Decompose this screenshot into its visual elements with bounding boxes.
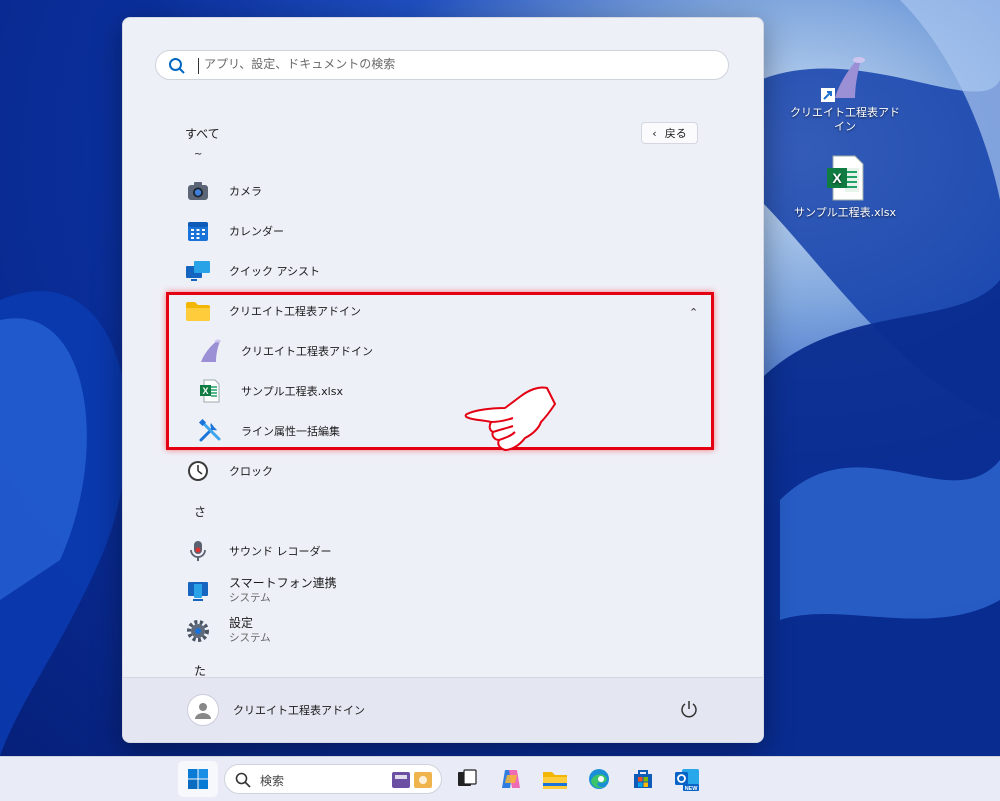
app-item-calendar[interactable]: カレンダー xyxy=(185,215,284,247)
app-label: クロック xyxy=(229,465,273,478)
desktop-icon-sample-xlsx[interactable]: X サンプル工程表.xlsx xyxy=(790,154,900,220)
windows-logo-icon xyxy=(188,769,208,789)
user-name: クリエイト工程表アドイン xyxy=(233,704,365,717)
power-icon[interactable] xyxy=(680,700,698,718)
app-item-settings[interactable]: 設定 システム xyxy=(185,615,271,647)
svg-text:X: X xyxy=(832,170,842,186)
clock-icon xyxy=(185,458,211,484)
chevron-left-icon: ‹ xyxy=(652,126,657,140)
gear-icon xyxy=(185,618,211,644)
all-apps-title: すべて xyxy=(185,127,220,141)
folder-icon xyxy=(543,772,567,789)
app-label: サウンド レコーダー xyxy=(229,545,332,558)
app-label: 設定 xyxy=(229,616,254,630)
back-button[interactable]: ‹ 戻る xyxy=(641,122,698,144)
search-icon xyxy=(235,772,251,788)
outlook-button[interactable]: NEW xyxy=(672,764,702,794)
highlight-box xyxy=(166,292,714,450)
camera-icon xyxy=(185,178,211,204)
app-item-clock[interactable]: クロック xyxy=(185,455,273,487)
start-footer: クリエイト工程表アドイン xyxy=(123,677,763,742)
task-view-icon xyxy=(458,769,477,786)
desktop-icon-addin[interactable]: クリエイト工程表アドイン xyxy=(790,54,900,134)
taskbar-search[interactable]: 検索 xyxy=(224,764,442,794)
app-item-sound-recorder[interactable]: サウンド レコーダー xyxy=(185,535,332,567)
store-button[interactable] xyxy=(628,764,658,794)
user-icon xyxy=(195,703,211,719)
desktop-icon-label: サンプル工程表.xlsx xyxy=(794,206,896,219)
edge-icon xyxy=(589,769,609,789)
app-label: カレンダー xyxy=(229,225,284,238)
search-icon xyxy=(169,58,185,74)
taskbar: 検索 NEW xyxy=(0,756,1000,801)
edge-button[interactable] xyxy=(584,764,614,794)
app-item-quick-assist[interactable]: クイック アシスト xyxy=(185,255,320,287)
back-button-label: 戻る xyxy=(664,127,687,140)
start-button[interactable] xyxy=(178,761,218,797)
pointing-hand-icon xyxy=(464,386,556,451)
search-highlight-icon xyxy=(392,772,432,788)
app-item-phone-link[interactable]: スマートフォン連携 システム xyxy=(185,575,337,607)
avatar xyxy=(187,694,219,726)
app-label: スマートフォン連携 xyxy=(229,576,337,590)
start-search-box[interactable] xyxy=(155,50,729,80)
start-menu: すべて ‹ 戻る ~ カメラ xyxy=(122,17,764,743)
app-sublabel: システム xyxy=(229,632,271,644)
app-label: カメラ xyxy=(229,185,262,198)
copilot-icon xyxy=(502,770,520,788)
task-view-button[interactable] xyxy=(452,764,482,794)
quick-assist-icon xyxy=(185,258,211,284)
taskbar-search-label: 検索 xyxy=(260,774,285,788)
store-icon xyxy=(634,770,652,788)
desktop-icon-label: クリエイト工程表アドイン xyxy=(790,106,900,133)
microphone-icon xyxy=(185,538,211,564)
copilot-button[interactable] xyxy=(496,764,526,794)
excel-file-icon: X xyxy=(821,154,869,202)
outlook-icon: NEW xyxy=(675,769,699,792)
app-sublabel: システム xyxy=(229,592,271,604)
list-group-tilde: ~ xyxy=(194,149,203,160)
calendar-icon xyxy=(185,218,211,244)
addin-icon xyxy=(821,54,869,102)
app-label: クイック アシスト xyxy=(229,265,321,278)
file-explorer-button[interactable] xyxy=(540,764,570,794)
search-input[interactable] xyxy=(202,56,706,72)
phone-link-icon xyxy=(185,578,211,604)
text-caret xyxy=(198,58,199,74)
user-account[interactable]: クリエイト工程表アドイン xyxy=(187,694,365,726)
app-item-camera[interactable]: カメラ xyxy=(185,175,262,207)
svg-text:NEW: NEW xyxy=(685,786,699,792)
list-group-sa[interactable]: さ xyxy=(194,503,206,520)
